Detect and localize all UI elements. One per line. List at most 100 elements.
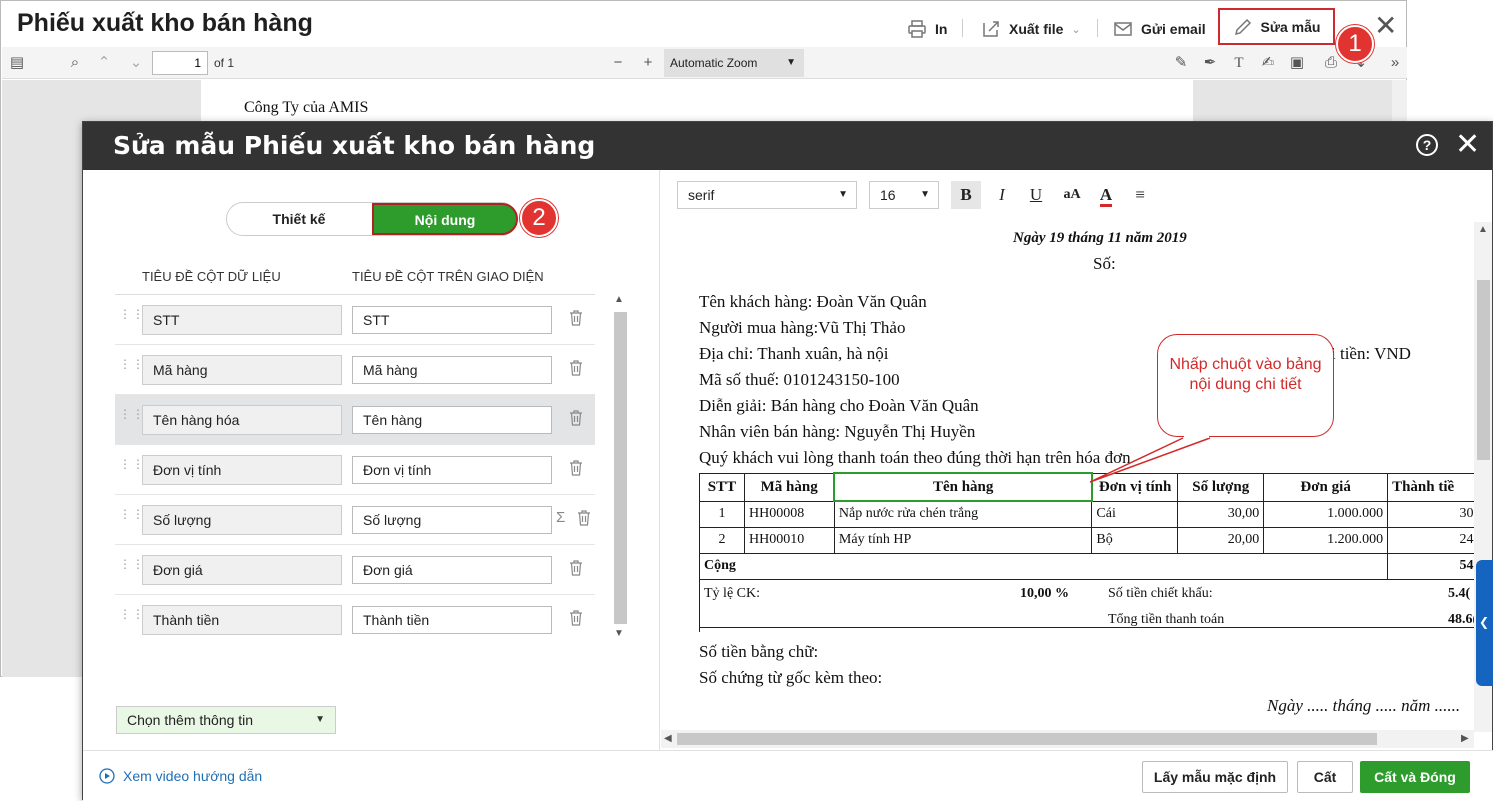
chevron-left-icon[interactable]: ◀ (664, 733, 672, 744)
editor-toolbar: serif ▼ 16 ▼ B I U aA A ≡ (661, 170, 1492, 220)
source-field: Số lượng (142, 505, 342, 535)
divider (962, 19, 963, 37)
zoom-out-icon[interactable]: − (609, 54, 627, 72)
display-name-input[interactable]: Mã hàng (352, 356, 552, 384)
text-case-icon[interactable]: aA (1057, 181, 1087, 209)
print-button[interactable]: In (907, 15, 947, 43)
close-icon[interactable]: ✕ (1455, 128, 1480, 162)
close-icon[interactable]: ✕ (1374, 9, 1397, 42)
email-label: Gửi email (1141, 21, 1206, 37)
chevron-down-icon[interactable]: ▼ (614, 628, 624, 639)
drag-handle-icon[interactable]: ⋮⋮ (119, 608, 144, 625)
scrollbar-thumb[interactable] (677, 733, 1377, 745)
side-panel-toggle[interactable]: ❮ (1476, 560, 1493, 686)
column-config-panel: Thiết kế Nội dung TIÊU ĐỀ CỘT DỮ LIỆU TI… (83, 170, 660, 750)
italic-icon[interactable]: I (987, 181, 1017, 209)
tab-content[interactable]: Nội dung (372, 203, 518, 235)
chevron-up-icon[interactable]: ▲ (614, 294, 624, 305)
table-total-row: Cộng 54.0 (698, 552, 1476, 580)
zoom-select[interactable]: Automatic Zoom ▼ (664, 49, 804, 77)
chevron-up-icon[interactable]: ▲ (1478, 224, 1488, 235)
scrollbar-thumb[interactable] (1477, 280, 1490, 460)
search-icon[interactable]: ⌕ (66, 54, 84, 72)
default-template-button[interactable]: Lấy mẫu mặc định (1142, 761, 1288, 793)
bold-icon[interactable]: B (951, 181, 981, 209)
ui-column-header: TIÊU ĐỀ CỘT TRÊN GIAO DIỆN (352, 269, 544, 284)
drag-handle-icon[interactable]: ⋮⋮ (119, 458, 144, 475)
table-cell: HH00010 (743, 526, 835, 554)
export-button[interactable]: Xuất file ⌄ (981, 15, 1081, 43)
scrollbar[interactable]: ◀ ▶ (661, 730, 1474, 748)
chevron-down-icon: ▼ (315, 714, 325, 725)
display-name-input[interactable]: Đơn vị tính (352, 456, 552, 484)
drag-handle-icon[interactable]: ⋮⋮ (119, 408, 144, 425)
trash-icon[interactable] (569, 360, 583, 376)
video-guide-link[interactable]: Xem video hướng dẫn (99, 768, 262, 784)
align-icon[interactable]: ≡ (1125, 181, 1155, 209)
save-close-button[interactable]: Cất và Đóng (1360, 761, 1470, 793)
display-name-input[interactable]: Tên hàng (352, 406, 552, 434)
edit-template-button[interactable]: Sửa mẫu (1218, 8, 1335, 45)
page-number-input[interactable]: 1 (152, 51, 208, 75)
detail-table[interactable]: STT Mã hàng Tên hàng Đơn vị tính Số lượn… (698, 472, 1476, 632)
table-cell: 30.0 (1387, 500, 1476, 528)
email-button[interactable]: Gửi email (1113, 15, 1206, 43)
chevron-down-icon: ▼ (838, 189, 848, 200)
underline-icon[interactable]: U (1021, 181, 1051, 209)
chevron-down-icon[interactable]: ⌄ (127, 54, 145, 72)
export-icon (983, 21, 999, 37)
document-preview[interactable]: Ngày 19 tháng 11 năm 2019 Số: Tên khách … (661, 222, 1476, 730)
page-title: Phiếu xuất kho bán hàng (17, 9, 313, 37)
help-icon[interactable]: ? (1416, 134, 1438, 156)
display-name-input[interactable]: Đơn giá (352, 556, 552, 584)
list-item: ⋮⋮ STT STT (115, 295, 595, 345)
customer-name: Tên khách hàng: Đoàn Văn Quân (699, 292, 927, 311)
chevron-right-icon[interactable]: ▶ (1461, 733, 1469, 744)
more-tools-icon[interactable]: » (1386, 54, 1404, 72)
divider (699, 627, 1476, 628)
text-color-icon[interactable]: A (1091, 181, 1121, 209)
font-size-select[interactable]: 16 ▼ (869, 181, 939, 209)
doc-date: Ngày 19 tháng 11 năm 2019 (1013, 230, 1187, 246)
font-size-value: 16 (880, 187, 896, 203)
table-header: Mã hàng (743, 472, 835, 502)
image-icon[interactable]: ▣ (1288, 54, 1306, 72)
font-family-select[interactable]: serif ▼ (677, 181, 857, 209)
table-cell: 1.000.000 (1263, 500, 1389, 528)
source-field: STT (142, 305, 342, 335)
drag-handle-icon[interactable]: ⋮⋮ (119, 508, 144, 525)
trash-icon[interactable] (569, 610, 583, 626)
display-name-input[interactable]: Số lượng (352, 506, 552, 534)
printer-icon[interactable]: ⎙ (1322, 54, 1340, 72)
draw-icon[interactable]: ✍ (1259, 54, 1277, 72)
drag-handle-icon[interactable]: ⋮⋮ (119, 358, 144, 375)
trash-icon[interactable] (569, 560, 583, 576)
tab-design[interactable]: Thiết kế (227, 203, 371, 235)
chevron-up-icon[interactable]: ⌃ (95, 54, 113, 72)
save-button[interactable]: Cất (1297, 761, 1353, 793)
step-badge-1: 1 (1336, 25, 1374, 63)
trash-icon[interactable] (569, 410, 583, 426)
zoom-in-icon[interactable]: + (639, 54, 657, 72)
trash-icon[interactable] (577, 510, 591, 526)
drag-handle-icon[interactable]: ⋮⋮ (119, 558, 144, 575)
list-item: ⋮⋮ Tên hàng hóa Tên hàng (115, 395, 595, 445)
sidebar-toggle-icon[interactable]: ▤ (8, 54, 26, 72)
text-icon[interactable]: T (1230, 54, 1248, 72)
tax-code: Mã số thuế: 0101243150-100 (699, 370, 900, 389)
display-name-input[interactable]: Thành tiền (352, 606, 552, 634)
list-item: ⋮⋮ Đơn giá Đơn giá (115, 545, 595, 595)
scrollbar[interactable]: ▲ ▼ (612, 294, 628, 642)
trash-icon[interactable] (569, 460, 583, 476)
mail-icon (1114, 22, 1132, 36)
scrollbar-thumb[interactable] (614, 312, 627, 624)
play-icon (99, 768, 115, 784)
drag-handle-icon[interactable]: ⋮⋮ (119, 308, 144, 325)
highlight-icon[interactable]: ✒ (1201, 54, 1219, 72)
trash-icon[interactable] (569, 310, 583, 326)
page-count: of 1 (214, 56, 235, 70)
sum-icon[interactable]: Σ (556, 509, 565, 526)
annotate-icon[interactable]: ✎ (1172, 54, 1190, 72)
display-name-input[interactable]: STT (352, 306, 552, 334)
add-field-select[interactable]: Chọn thêm thông tin ▼ (116, 706, 336, 734)
